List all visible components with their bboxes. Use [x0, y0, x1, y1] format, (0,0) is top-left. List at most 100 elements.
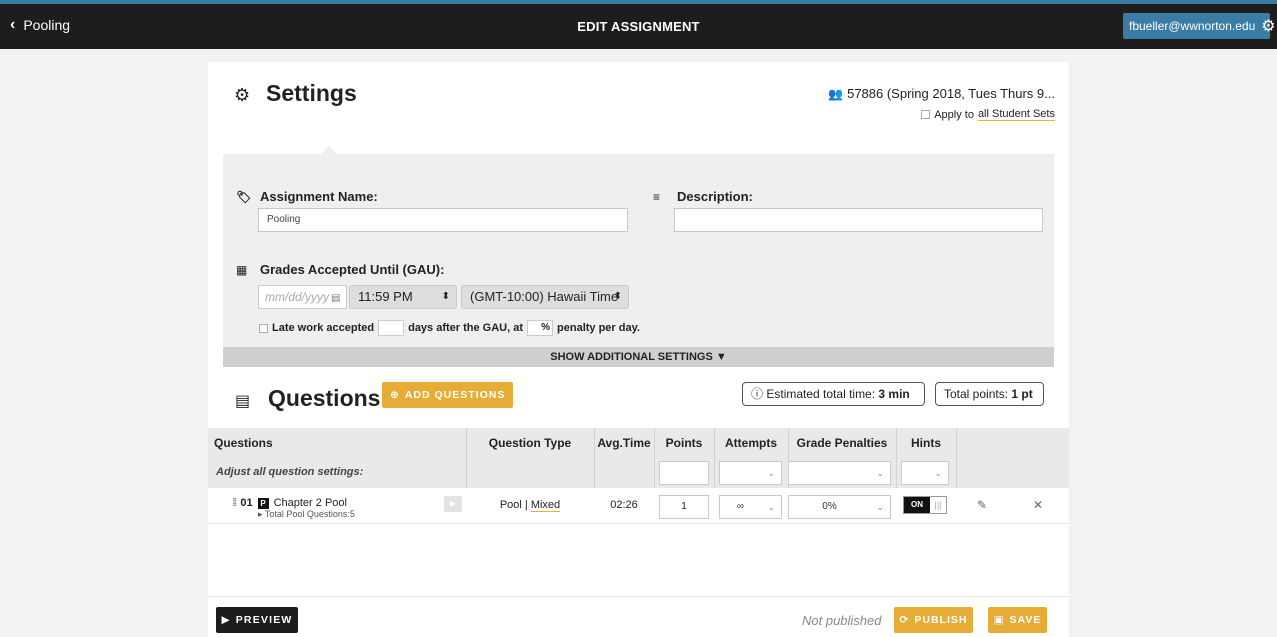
description-input[interactable] [674, 208, 1043, 232]
late-work-checkbox[interactable] [259, 323, 268, 333]
assignment-card: ⚙ Settings 👥 57886 (Spring 2018, Tues Th… [208, 62, 1069, 637]
student-set-selector[interactable]: 👥 57886 (Spring 2018, Tues Thurs 9... [828, 86, 1055, 101]
save-icon: ▣ [993, 614, 1005, 626]
late-days-input[interactable] [378, 320, 405, 336]
questions-heading: Questions [268, 385, 381, 411]
play-icon: ▶ [449, 499, 457, 508]
grade-penalty-value: 0% [822, 501, 837, 512]
preview-button[interactable]: ▶ PREVIEW [216, 607, 298, 633]
gear-icon: ⚙ [1261, 18, 1276, 35]
adjust-attempts-select[interactable]: ⌄ [719, 461, 782, 485]
timezone-value: (GMT-10:00) Hawaii Time [470, 289, 619, 304]
gau-timezone-select[interactable]: (GMT-10:00) Hawaii Time ⬍ [461, 285, 629, 309]
apply-to-all: Apply to all Student Sets [921, 108, 1055, 121]
estimated-time-value: 3 min [878, 387, 910, 401]
estimated-time-badge: ⓘ Estimated total time: 3 min [742, 382, 925, 406]
total-points-badge: Total points: 1 pt [935, 382, 1044, 406]
grade-penalty-select[interactable]: 0% ⌄ [788, 495, 891, 519]
play-button[interactable]: ▶ [444, 496, 462, 512]
column-divider [714, 428, 715, 488]
attempts-value: ∞ [736, 501, 745, 512]
column-divider [896, 428, 897, 488]
column-divider [788, 428, 789, 488]
caret-down-icon: ▼ [715, 351, 727, 363]
col-attempts: Attempts [724, 436, 777, 450]
hints-toggle-state: ON [904, 497, 930, 513]
question-title[interactable]: Chapter 2 Pool [274, 497, 347, 509]
user-email: fbueller@wwnorton.edu [1129, 19, 1256, 33]
chevron-down-icon: ⌄ [767, 468, 775, 478]
calendar-icon: ▤ [331, 293, 341, 304]
assignment-name-label-text: Assignment Name: [260, 189, 378, 204]
pool-badge: P [257, 497, 269, 509]
publish-status: Not published [802, 613, 882, 628]
tag-icon: 🏷 [236, 189, 252, 204]
info-icon: ⓘ [751, 387, 764, 401]
column-divider [594, 428, 595, 488]
hints-toggle[interactable]: ON ||| [903, 496, 947, 514]
adjust-penalty-select[interactable]: ⌄ [788, 461, 891, 485]
updown-icon: ⬍ [613, 291, 622, 302]
save-label: SAVE [1009, 614, 1042, 626]
top-bar: ‹ Pooling EDIT ASSIGNMENT fbueller@wwnor… [0, 0, 1277, 49]
chevron-down-icon: ⌄ [934, 468, 942, 478]
gau-time-select[interactable]: 11:59 PM ⬍ [349, 285, 457, 309]
late-days-suffix: days after the GAU, at [408, 322, 524, 334]
column-divider [466, 428, 467, 488]
question-number: 01 [240, 497, 253, 509]
pencil-icon[interactable]: ✎ [977, 498, 987, 512]
questions-header: ▤ Questions ⊕ ADD QUESTIONS ⓘ Estimated … [208, 378, 1069, 424]
caret-right-icon: ▸ [258, 509, 263, 519]
panel-notch [321, 146, 337, 154]
chevron-down-icon: ⌄ [876, 468, 884, 478]
chevron-down-icon: ⌄ [876, 502, 884, 512]
table-header-row: Questions Question Type Avg.Time Points … [208, 428, 1069, 458]
late-percent-input[interactable]: % [527, 320, 554, 336]
pool-questions-toggle[interactable]: ▸ Total Pool Questions:5 [258, 509, 355, 520]
save-button[interactable]: ▣ SAVE [988, 607, 1047, 633]
question-type: Pool | Mixed [466, 499, 594, 512]
total-points-value: 1 pt [1011, 387, 1033, 401]
assignment-name-input[interactable]: Pooling [258, 208, 628, 232]
type-prefix: Pool | [499, 499, 528, 511]
text-lines-icon: ≡ [653, 189, 661, 204]
adjust-hints-select[interactable]: ⌄ [901, 461, 949, 485]
table-row: ⁞⁞ 01 P Chapter 2 Pool ▸ Total Pool Ques… [208, 490, 1069, 524]
show-additional-label: SHOW ADDITIONAL SETTINGS [550, 351, 713, 363]
user-menu-button[interactable]: fbueller@wwnorton.edu ⚙ [1123, 13, 1276, 39]
publish-label: PUBLISH [914, 614, 968, 626]
gau-date-input[interactable]: mm/dd/yyyy ▤ [258, 285, 347, 309]
gau-label-text: Grades Accepted Until (GAU): [260, 262, 445, 277]
col-hints: Hints [911, 436, 941, 450]
show-additional-settings[interactable]: SHOW ADDITIONAL SETTINGS ▼ [223, 347, 1054, 367]
col-grade-penalties: Grade Penalties [796, 436, 888, 450]
total-points-label: Total points: [944, 387, 1009, 401]
publish-button[interactable]: ⟳ PUBLISH [894, 607, 973, 633]
student-set-label: 57886 (Spring 2018, Tues Thurs 9... [847, 86, 1055, 101]
publish-icon: ⟳ [899, 614, 910, 626]
close-icon[interactable]: ✕ [1033, 498, 1043, 512]
column-divider [654, 428, 655, 488]
time-value: 11:59 PM [358, 289, 413, 304]
updown-icon: ⬍ [441, 291, 450, 302]
question-label: ⁞⁞ 01 P Chapter 2 Pool [232, 497, 347, 509]
all-student-sets-link[interactable]: all Student Sets [977, 108, 1055, 121]
plus-circle-icon: ⊕ [390, 389, 400, 401]
settings-panel: 🏷 Assignment Name: Pooling ≡ Description… [223, 146, 1054, 347]
add-questions-button[interactable]: ⊕ ADD QUESTIONS [382, 382, 514, 408]
percent-sign: % [541, 322, 551, 333]
footer-bar: ▶ PREVIEW Not published ⟳ PUBLISH ▣ SAVE [208, 596, 1069, 637]
adjust-points-input[interactable] [659, 461, 709, 485]
points-input[interactable]: 1 [659, 495, 709, 519]
drag-handle-icon[interactable]: ⁞⁞ [232, 497, 238, 509]
add-questions-label: ADD QUESTIONS [404, 389, 506, 401]
list-icon: ▤ [235, 393, 251, 410]
calendar-icon: ▦ [236, 262, 248, 277]
attempts-select[interactable]: ∞ ⌄ [719, 495, 782, 519]
users-icon: 👥 [828, 86, 844, 101]
type-mixed-link[interactable]: Mixed [530, 499, 561, 512]
late-penalty-suffix: penalty per day. [557, 322, 640, 334]
toggle-grip-icon: ||| [934, 500, 942, 510]
apply-all-checkbox[interactable] [921, 110, 931, 119]
assignment-name-label: 🏷 Assignment Name: [236, 189, 378, 204]
